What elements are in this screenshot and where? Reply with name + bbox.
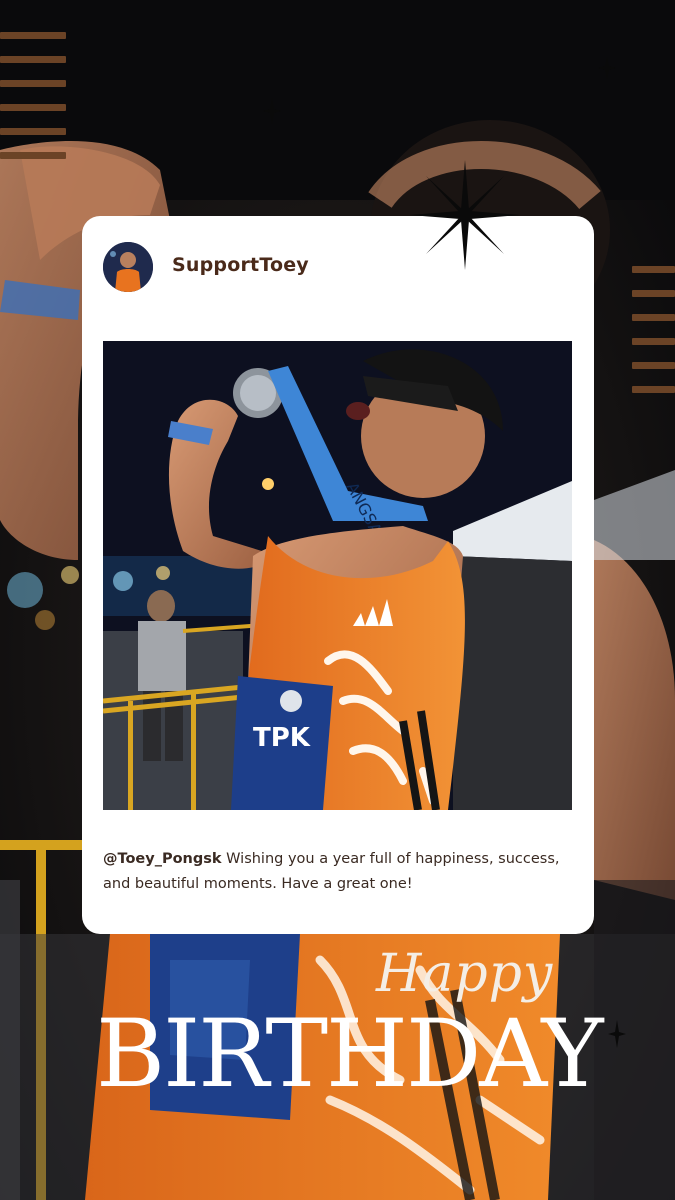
post-caption: @Toey_Pongsk Wishing you a year full of …: [103, 847, 583, 897]
post-card: SupportToey ANGSAEN21 TPK @Toey_Pongsk W…: [82, 216, 594, 934]
sparkle-icon: [598, 56, 616, 80]
avatar[interactable]: [103, 242, 153, 292]
sparkle-icon: [263, 98, 281, 124]
decorative-bars-right: [632, 266, 675, 410]
greeting-birthday: BIRTHDAY: [96, 1000, 603, 1109]
decorative-bars-left: [0, 32, 66, 176]
bib-text: TPK: [253, 723, 311, 753]
sparkle-icon: [608, 1020, 626, 1048]
caption-mention[interactable]: @Toey_Pongsk: [103, 851, 222, 867]
username[interactable]: SupportToey: [172, 254, 309, 276]
greeting-happy: Happy: [376, 944, 554, 1004]
avatar-image: [103, 242, 153, 292]
starburst-icon: [410, 160, 520, 270]
post-photo: ANGSAEN21 TPK: [103, 341, 572, 810]
